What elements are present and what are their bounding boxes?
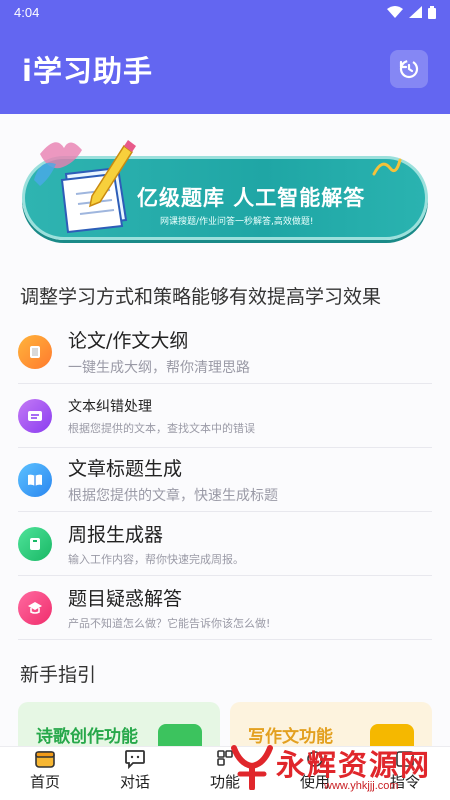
app-title: i学习助手 xyxy=(22,54,153,88)
tool-texts: 文章标题生成根据您提供的文章，快速生成标题 xyxy=(68,454,278,505)
banner-swirl-decoration xyxy=(372,158,402,176)
site-watermark: 永辉资源网 www.yhkjjj.com xyxy=(228,740,450,800)
tool-texts: 周报生成器输入工作内容，帮你快速完成周报。 xyxy=(68,520,244,567)
tool-item[interactable]: 文章标题生成根据您提供的文章，快速生成标题 xyxy=(18,448,432,512)
tool-description: 根据您提供的文章，快速生成标题 xyxy=(68,488,278,504)
tool-description: 输入工作内容，帮你快速完成周报。 xyxy=(68,553,244,566)
status-bar: 4:04 xyxy=(0,0,450,24)
tool-texts: 题目疑惑解答产品不知道怎么做？它能告诉你该怎么做! xyxy=(68,584,270,631)
tool-title: 文本纠错处理 xyxy=(68,398,152,415)
tab-home[interactable]: 首页 xyxy=(0,747,90,800)
status-icons xyxy=(387,5,436,19)
promo-banner[interactable]: 亿级题库 人工智能解答 网课搜题/作业问答一秒解答,高效做题! xyxy=(22,134,428,246)
tool-item[interactable]: 论文/作文大纲一键生成大纲，帮你清理思路 xyxy=(18,320,432,384)
book-icon xyxy=(18,462,52,497)
tab-home-label: 首页 xyxy=(29,773,60,791)
watermark-logo-icon xyxy=(231,745,273,790)
banner-notebook-illustration xyxy=(34,140,136,234)
tool-texts: 文本纠错处理根据您提供的文本，查找文本中的错误 xyxy=(68,396,255,436)
signal-icon xyxy=(409,6,422,18)
report-icon xyxy=(18,526,52,561)
home-icon xyxy=(35,751,55,768)
tool-description: 一键生成大纲，帮你清理思路 xyxy=(68,360,250,376)
status-time: 4:04 xyxy=(14,4,40,20)
guide-card-label: 诗歌创作功能 xyxy=(36,727,138,746)
tool-description: 产品不知道怎么做？它能告诉你该怎么做! xyxy=(68,617,271,630)
tab-chat-label: 对话 xyxy=(119,773,150,791)
tool-list: 论文/作文大纲一键生成大纲，帮你清理思路 文本纠错处理根据您提供的文本，查找文本中… xyxy=(18,320,432,640)
tool-item[interactable]: 题目疑惑解答产品不知道怎么做？它能告诉你该怎么做! xyxy=(18,576,432,640)
answer-icon xyxy=(18,590,52,625)
battery-icon xyxy=(428,5,436,19)
guide-section-title: 新手指引 xyxy=(20,664,97,686)
watermark-url: www.yhkjjj.com xyxy=(324,780,399,792)
tools-section-title: 调整学习方式和策略能够有效提高学习效果 xyxy=(20,286,382,308)
guide-card-poetry[interactable]: 诗歌创作功能 xyxy=(18,702,220,746)
tab-chat[interactable]: 对话 xyxy=(90,747,180,800)
app-bar: i学习助手 xyxy=(0,24,450,114)
tool-item[interactable]: 文本纠错处理根据您提供的文本，查找文本中的错误 xyxy=(18,384,432,448)
banner-subtitle: 网课搜题/作业问答一秒解答,高效做题! xyxy=(160,217,314,227)
wifi-icon xyxy=(387,6,403,18)
edit-icon xyxy=(158,724,202,746)
banner-title: 亿级题库 人工智能解答 xyxy=(137,186,366,210)
watermark-text: 永辉资源网 xyxy=(276,748,432,782)
document-icon xyxy=(18,334,52,369)
main-content[interactable]: 亿级题库 人工智能解答 网课搜题/作业问答一秒解答,高效做题! 调整学习方式和策… xyxy=(0,114,450,746)
tool-texts: 论文/作文大纲一键生成大纲，帮你清理思路 xyxy=(68,326,250,377)
tool-title: 周报生成器 xyxy=(68,524,164,546)
tool-title: 题目疑惑解答 xyxy=(68,588,183,610)
chat-icon xyxy=(125,750,145,769)
text-correct-icon xyxy=(18,398,52,433)
tool-title: 文章标题生成 xyxy=(68,458,183,480)
tool-description: 根据您提供的文本，查找文本中的错误 xyxy=(68,421,255,435)
history-button[interactable] xyxy=(390,50,428,88)
tool-item[interactable]: 周报生成器输入工作内容，帮你快速完成周报。 xyxy=(18,512,432,576)
history-icon xyxy=(399,59,419,79)
tool-title: 论文/作文大纲 xyxy=(68,330,189,352)
